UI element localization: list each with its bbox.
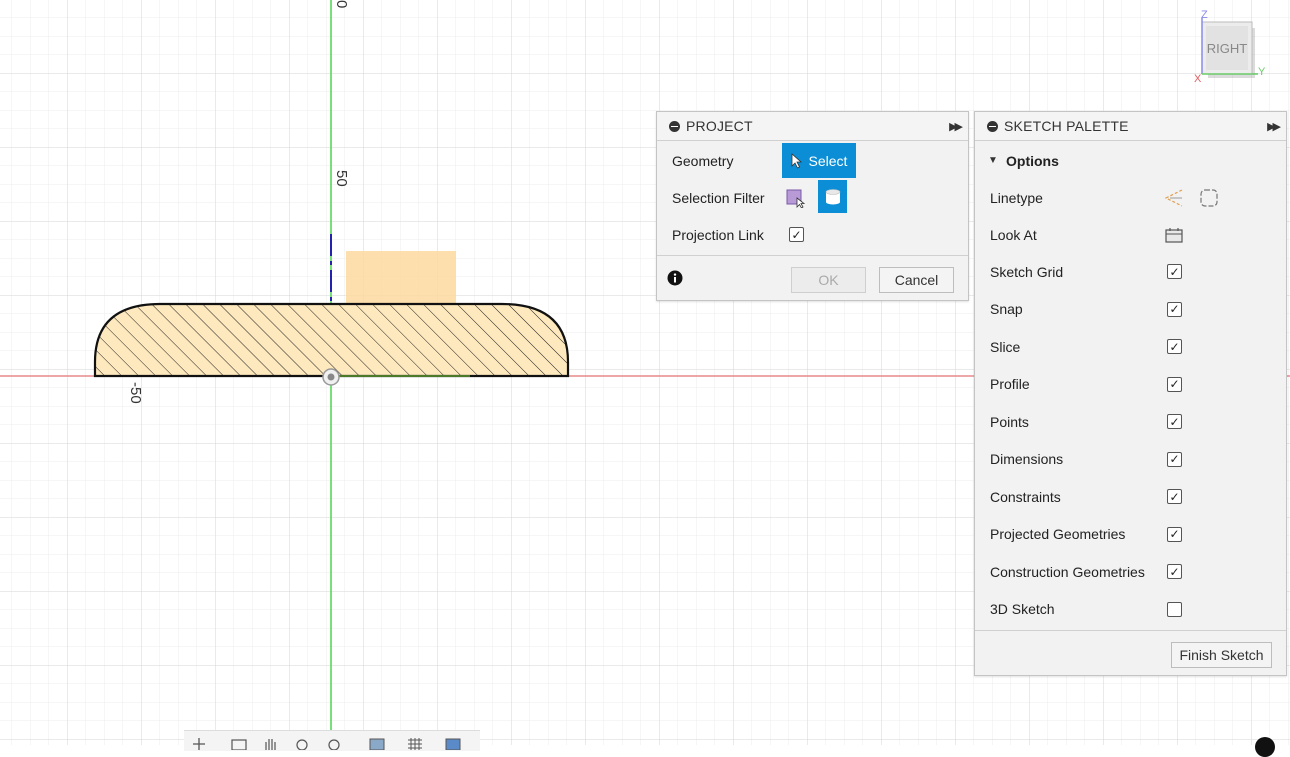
cancel-button[interactable]: Cancel <box>879 267 954 293</box>
palette-option-checkbox[interactable]: ✓ <box>1167 376 1182 392</box>
nav-marker-icon[interactable] <box>1255 737 1275 757</box>
filter-bodies-button[interactable] <box>818 180 847 213</box>
palette-option-row: Slice ✓ <box>975 328 1286 365</box>
palette-option-checkbox[interactable]: ✓ <box>1167 564 1182 579</box>
palette-option-checkbox[interactable]: ✓ <box>1167 339 1182 354</box>
projection-link-label: Projection Link <box>672 226 764 243</box>
linetype-label: Linetype <box>990 189 1043 206</box>
select-label: Select <box>808 152 848 169</box>
palette-option-label: Dimensions <box>990 451 1064 467</box>
sketch-palette-title: SKETCH PALETTE <box>1004 118 1129 134</box>
selection-filter-row: Selection Filter <box>657 179 968 216</box>
palette-option-label: Profile <box>990 376 1030 392</box>
palette-option-label: 3D Sketch <box>990 601 1055 617</box>
look-at-icon[interactable] <box>1164 226 1184 244</box>
palette-option-label: Projected Geometries <box>990 526 1126 542</box>
expand-arrows-icon[interactable]: ▶▶ <box>949 120 963 133</box>
project-panel: PROJECT ▶▶ Geometry Select Selection Fil… <box>656 111 969 301</box>
geometry-row: Geometry Select <box>657 142 968 179</box>
axis-label-50: 50 <box>333 170 350 187</box>
linetype-row: Linetype <box>975 179 1286 216</box>
palette-option-checkbox[interactable]: ✓ <box>1167 301 1182 317</box>
sketch-palette-footer: Finish Sketch <box>975 630 1286 676</box>
orbit-icon[interactable] <box>190 736 208 750</box>
axis-y-label: Y <box>1258 66 1266 78</box>
filter-specified-entities-button[interactable] <box>785 188 806 209</box>
fit-icon[interactable] <box>326 736 344 750</box>
palette-option-row: Constraints ✓ <box>975 478 1286 515</box>
palette-option-label: Constraints <box>990 488 1061 505</box>
axis-label-top: 0 <box>333 0 350 8</box>
palette-option-checkbox[interactable]: ✓ <box>1167 489 1182 504</box>
zoom-icon[interactable] <box>294 736 312 750</box>
options-label: Options <box>1006 152 1059 169</box>
palette-option-row: 3D Sketch <box>975 591 1286 628</box>
info-icon[interactable] <box>667 270 683 286</box>
expand-arrows-icon[interactable]: ▶▶ <box>1267 120 1281 133</box>
palette-option-label: Sketch Grid <box>990 263 1064 280</box>
palette-option-row: Construction Geometries ✓ <box>975 553 1286 590</box>
palette-option-row: Sketch Grid ✓ <box>975 253 1286 290</box>
bottom-toolbar <box>184 730 480 751</box>
projected-body-box[interactable] <box>346 251 456 307</box>
palette-option-row: Snap ✓ <box>975 291 1286 328</box>
project-panel-title: PROJECT <box>686 118 753 134</box>
palette-option-label: Construction Geometries <box>990 563 1145 580</box>
cursor-arrow-icon <box>791 152 802 169</box>
sketch-palette-header[interactable]: SKETCH PALETTE ▶▶ <box>975 112 1286 141</box>
palette-option-checkbox[interactable]: ✓ <box>1167 451 1182 467</box>
display-settings-icon[interactable] <box>368 736 386 750</box>
view-cube-face-label: RIGHT <box>1207 41 1248 56</box>
triangle-down-icon: ▼ <box>988 155 998 166</box>
body-cylinder-icon <box>825 188 840 204</box>
project-panel-footer: OK Cancel <box>657 255 968 301</box>
project-panel-header[interactable]: PROJECT ▶▶ <box>657 112 968 141</box>
projection-link-checkbox[interactable]: ✓ <box>789 227 804 242</box>
palette-option-row: Points ✓ <box>975 403 1286 440</box>
collapse-icon[interactable] <box>987 120 998 132</box>
select-face-icon <box>786 189 806 209</box>
palette-option-checkbox[interactable]: ✓ <box>1167 414 1182 429</box>
select-geometry-button[interactable]: Select <box>782 143 856 178</box>
sketch-palette-panel: SKETCH PALETTE ▶▶ ▼ Options Linetype Loo… <box>974 111 1287 676</box>
palette-option-label: Points <box>990 413 1029 430</box>
options-section-header[interactable]: ▼ Options <box>975 142 1286 179</box>
construction-linetype-icon[interactable] <box>1164 188 1184 208</box>
centerline-linetype-icon[interactable] <box>1199 188 1219 208</box>
viewports-icon[interactable] <box>444 736 462 750</box>
look-at-row: Look At <box>975 216 1286 253</box>
geometry-label: Geometry <box>672 152 734 169</box>
palette-option-checkbox[interactable]: ✓ <box>1167 264 1182 279</box>
profile-hatch <box>93 302 570 378</box>
palette-option-label: Slice <box>990 338 1021 355</box>
palette-option-row: Profile ✓ <box>975 366 1286 403</box>
pan-hand-icon[interactable] <box>262 736 280 750</box>
palette-option-label: Snap <box>990 301 1023 317</box>
look-at-label: Look At <box>990 226 1037 243</box>
axis-z-label: Z <box>1201 9 1208 21</box>
selection-filter-label: Selection Filter <box>672 189 765 206</box>
axis-x-label: X <box>1194 73 1202 85</box>
palette-option-row: Dimensions ✓ <box>975 441 1286 478</box>
collapse-icon[interactable] <box>669 120 680 132</box>
grid-settings-icon[interactable] <box>406 736 424 750</box>
finish-sketch-button[interactable]: Finish Sketch <box>1171 642 1272 668</box>
origin-center-icon <box>327 373 335 381</box>
palette-option-checkbox[interactable] <box>1167 601 1182 617</box>
projection-link-row: Projection Link ✓ <box>657 216 968 253</box>
palette-option-checkbox[interactable]: ✓ <box>1167 526 1182 542</box>
look-at-toolbar-icon[interactable] <box>230 736 248 750</box>
ok-button[interactable]: OK <box>791 267 866 293</box>
palette-option-row: Projected Geometries ✓ <box>975 516 1286 553</box>
axis-label-neg50: -50 <box>127 382 144 404</box>
